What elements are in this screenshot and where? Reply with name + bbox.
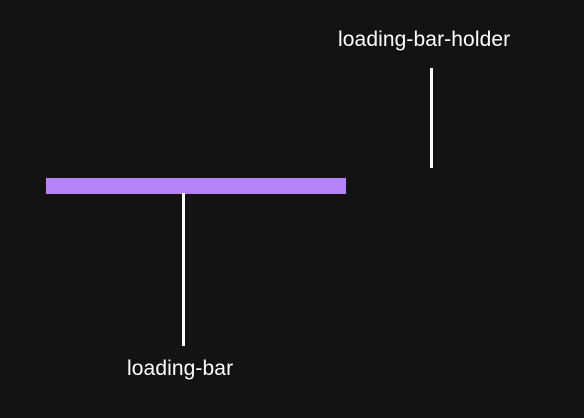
holder-pointer-line bbox=[430, 68, 433, 168]
bar-pointer-line bbox=[182, 193, 185, 346]
diagram-canvas: loading-bar-holder loading-bar bbox=[0, 0, 584, 418]
loading-bar-holder bbox=[46, 178, 346, 194]
loading-bar bbox=[46, 178, 346, 194]
loading-bar-holder-label: loading-bar-holder bbox=[338, 28, 511, 51]
loading-bar-label: loading-bar bbox=[127, 357, 234, 380]
